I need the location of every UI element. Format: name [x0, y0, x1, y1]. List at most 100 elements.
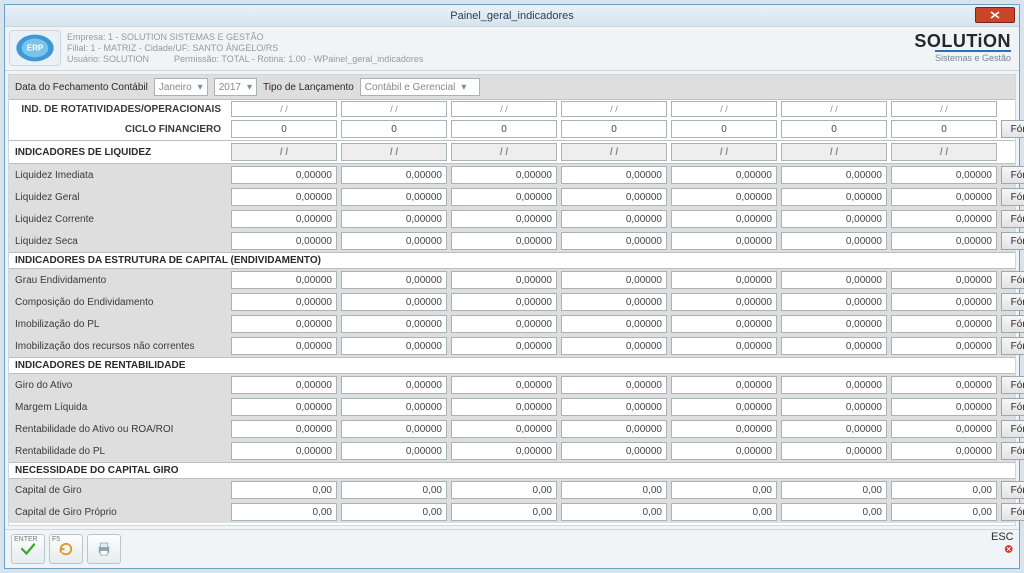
- cap-giro-prop-5[interactable]: 0,00: [671, 503, 777, 521]
- imob-rec-7[interactable]: 0,00000: [891, 337, 997, 355]
- liq-seca-5[interactable]: 0,00000: [671, 232, 777, 250]
- liq-imediata-2[interactable]: 0,00000: [341, 166, 447, 184]
- ciclo-val-4[interactable]: 0: [561, 120, 667, 138]
- margem-liq-3[interactable]: 0,00000: [451, 398, 557, 416]
- formula-button-liq-imediata[interactable]: Fórmula: [1001, 166, 1024, 184]
- imob-rec-4[interactable]: 0,00000: [561, 337, 667, 355]
- rent-roa-4[interactable]: 0,00000: [561, 420, 667, 438]
- formula-button-liq-corrente[interactable]: Fórmula: [1001, 210, 1024, 228]
- imob-pl-5[interactable]: 0,00000: [671, 315, 777, 333]
- year-dropdown[interactable]: 2017▾: [214, 78, 257, 96]
- liq-seca-1[interactable]: 0,00000: [231, 232, 337, 250]
- formula-button-giro-ativo[interactable]: Fórmula: [1001, 376, 1024, 394]
- grau-endiv-7[interactable]: 0,00000: [891, 271, 997, 289]
- rent-roa-1[interactable]: 0,00000: [231, 420, 337, 438]
- liq-imediata-5[interactable]: 0,00000: [671, 166, 777, 184]
- exit-button[interactable]: ESC: [981, 534, 1013, 564]
- formula-button-liq-seca[interactable]: Fórmula: [1001, 232, 1024, 250]
- imob-rec-2[interactable]: 0,00000: [341, 337, 447, 355]
- imob-pl-6[interactable]: 0,00000: [781, 315, 887, 333]
- margem-liq-6[interactable]: 0,00000: [781, 398, 887, 416]
- imob-pl-1[interactable]: 0,00000: [231, 315, 337, 333]
- margem-liq-2[interactable]: 0,00000: [341, 398, 447, 416]
- ciclo-val-2[interactable]: 0: [341, 120, 447, 138]
- confirm-button[interactable]: ENTER: [11, 534, 45, 564]
- rent-pl-6[interactable]: 0,00000: [781, 442, 887, 460]
- cap-giro-prop-2[interactable]: 0,00: [341, 503, 447, 521]
- date-col-2[interactable]: / /: [341, 101, 447, 117]
- formula-button-imob-pl[interactable]: Fórmula: [1001, 315, 1024, 333]
- comp-endiv-3[interactable]: 0,00000: [451, 293, 557, 311]
- refresh-button[interactable]: F5: [49, 534, 83, 564]
- liq-seca-6[interactable]: 0,00000: [781, 232, 887, 250]
- cap-giro-prop-6[interactable]: 0,00: [781, 503, 887, 521]
- cap-giro-6[interactable]: 0,00: [781, 481, 887, 499]
- giro-ativo-3[interactable]: 0,00000: [451, 376, 557, 394]
- cap-giro-prop-1[interactable]: 0,00: [231, 503, 337, 521]
- rent-pl-4[interactable]: 0,00000: [561, 442, 667, 460]
- cap-giro-7[interactable]: 0,00: [891, 481, 997, 499]
- close-button[interactable]: [975, 7, 1015, 23]
- imob-pl-4[interactable]: 0,00000: [561, 315, 667, 333]
- formula-button-margem-liq[interactable]: Fórmula: [1001, 398, 1024, 416]
- liq-corrente-6[interactable]: 0,00000: [781, 210, 887, 228]
- giro-ativo-6[interactable]: 0,00000: [781, 376, 887, 394]
- liq-seca-2[interactable]: 0,00000: [341, 232, 447, 250]
- date-col-5[interactable]: / /: [671, 101, 777, 117]
- print-button[interactable]: [87, 534, 121, 564]
- giro-ativo-5[interactable]: 0,00000: [671, 376, 777, 394]
- cap-giro-1[interactable]: 0,00: [231, 481, 337, 499]
- date-col-1[interactable]: / /: [231, 101, 337, 117]
- grau-endiv-3[interactable]: 0,00000: [451, 271, 557, 289]
- imob-pl-3[interactable]: 0,00000: [451, 315, 557, 333]
- rent-pl-1[interactable]: 0,00000: [231, 442, 337, 460]
- giro-ativo-1[interactable]: 0,00000: [231, 376, 337, 394]
- cap-giro-prop-7[interactable]: 0,00: [891, 503, 997, 521]
- imob-rec-3[interactable]: 0,00000: [451, 337, 557, 355]
- liq-imediata-4[interactable]: 0,00000: [561, 166, 667, 184]
- liq-seca-3[interactable]: 0,00000: [451, 232, 557, 250]
- liq-imediata-1[interactable]: 0,00000: [231, 166, 337, 184]
- liq-corrente-1[interactable]: 0,00000: [231, 210, 337, 228]
- liq-geral-7[interactable]: 0,00000: [891, 188, 997, 206]
- comp-endiv-5[interactable]: 0,00000: [671, 293, 777, 311]
- liq-geral-1[interactable]: 0,00000: [231, 188, 337, 206]
- formula-button-rent-roa[interactable]: Fórmula: [1001, 420, 1024, 438]
- ciclo-val-6[interactable]: 0: [781, 120, 887, 138]
- comp-endiv-7[interactable]: 0,00000: [891, 293, 997, 311]
- comp-endiv-6[interactable]: 0,00000: [781, 293, 887, 311]
- margem-liq-4[interactable]: 0,00000: [561, 398, 667, 416]
- grau-endiv-5[interactable]: 0,00000: [671, 271, 777, 289]
- giro-ativo-2[interactable]: 0,00000: [341, 376, 447, 394]
- grau-endiv-2[interactable]: 0,00000: [341, 271, 447, 289]
- liq-corrente-7[interactable]: 0,00000: [891, 210, 997, 228]
- cap-giro-5[interactable]: 0,00: [671, 481, 777, 499]
- giro-ativo-4[interactable]: 0,00000: [561, 376, 667, 394]
- liq-seca-7[interactable]: 0,00000: [891, 232, 997, 250]
- liq-imediata-7[interactable]: 0,00000: [891, 166, 997, 184]
- giro-ativo-7[interactable]: 0,00000: [891, 376, 997, 394]
- liq-geral-3[interactable]: 0,00000: [451, 188, 557, 206]
- grau-endiv-6[interactable]: 0,00000: [781, 271, 887, 289]
- liq-geral-4[interactable]: 0,00000: [561, 188, 667, 206]
- ciclo-val-5[interactable]: 0: [671, 120, 777, 138]
- ciclo-val-1[interactable]: 0: [231, 120, 337, 138]
- date-col-4[interactable]: / /: [561, 101, 667, 117]
- grau-endiv-1[interactable]: 0,00000: [231, 271, 337, 289]
- imob-rec-1[interactable]: 0,00000: [231, 337, 337, 355]
- liq-corrente-3[interactable]: 0,00000: [451, 210, 557, 228]
- rent-roa-3[interactable]: 0,00000: [451, 420, 557, 438]
- liq-geral-2[interactable]: 0,00000: [341, 188, 447, 206]
- imob-rec-6[interactable]: 0,00000: [781, 337, 887, 355]
- tipo-dropdown[interactable]: Contábil e Gerencial▾: [360, 78, 480, 96]
- formula-button-rent-pl[interactable]: Fórmula: [1001, 442, 1024, 460]
- cap-giro-4[interactable]: 0,00: [561, 481, 667, 499]
- ciclo-val-3[interactable]: 0: [451, 120, 557, 138]
- formula-button-grau-endiv[interactable]: Fórmula: [1001, 271, 1024, 289]
- rent-roa-6[interactable]: 0,00000: [781, 420, 887, 438]
- liq-corrente-4[interactable]: 0,00000: [561, 210, 667, 228]
- cap-giro-prop-4[interactable]: 0,00: [561, 503, 667, 521]
- month-dropdown[interactable]: Janeiro▾: [154, 78, 208, 96]
- liq-geral-6[interactable]: 0,00000: [781, 188, 887, 206]
- liq-corrente-2[interactable]: 0,00000: [341, 210, 447, 228]
